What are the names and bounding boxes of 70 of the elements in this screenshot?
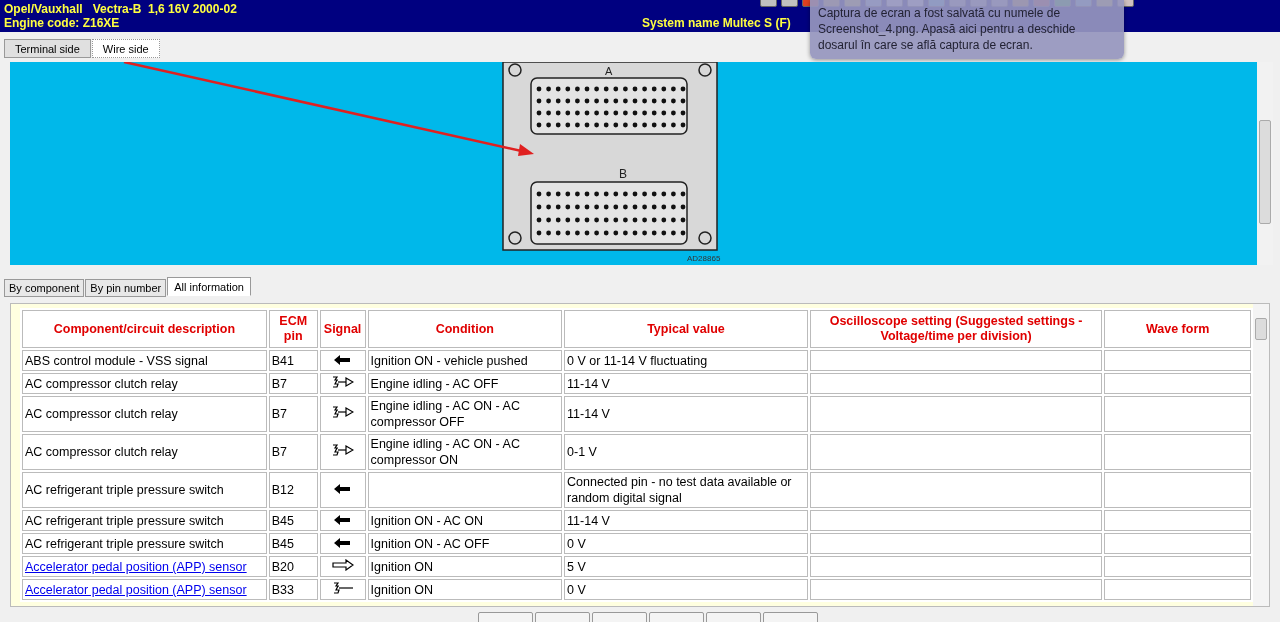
column-header: ECM pin bbox=[268, 310, 318, 348]
scrollbar[interactable] bbox=[1253, 304, 1269, 606]
component-name: AC compressor clutch relay bbox=[25, 376, 178, 391]
info-tab[interactable]: All information bbox=[167, 277, 251, 296]
connector-b-label: B bbox=[618, 167, 627, 181]
table-cell: Ignition ON bbox=[370, 582, 434, 597]
left-arrow-icon bbox=[333, 354, 352, 365]
table-cell: B7 bbox=[268, 373, 318, 394]
table-cell: B7 bbox=[268, 396, 318, 432]
switch-arrow-icon bbox=[331, 406, 354, 418]
component-name: AC compressor clutch relay bbox=[25, 407, 178, 421]
component-name: ABS control module - VSS signal bbox=[25, 353, 208, 368]
table-cell: Ignition ON - AC ON bbox=[370, 513, 484, 528]
left-arrow-icon bbox=[333, 537, 352, 548]
table-cell: 0 V or 11-14 V fluctuating bbox=[564, 350, 808, 371]
table-cell: Connected pin - no test data available or random digital signal bbox=[564, 472, 808, 508]
left-arrow-icon bbox=[333, 484, 352, 494]
column-header: Condition bbox=[367, 310, 563, 348]
table-cell: 11-14 V bbox=[564, 396, 808, 432]
table-cell: 11-14 V bbox=[564, 373, 808, 394]
connector-a-label: A bbox=[604, 65, 612, 77]
table-cell: Ignition ON - AC OFF bbox=[370, 536, 490, 551]
switch-arrow-icon bbox=[331, 375, 354, 388]
table-cell: 5 V bbox=[564, 556, 808, 577]
view-tab[interactable]: Wire side bbox=[91, 39, 160, 58]
system-name: System name Multec S (F) bbox=[642, 16, 791, 30]
table-cell: Ignition ON - vehicle pushed bbox=[370, 353, 528, 368]
table-cell: Engine idling - AC ON - AC compressor ON bbox=[370, 437, 520, 467]
table-cell: Ignition ON bbox=[370, 559, 434, 574]
table-cell: 0-1 V bbox=[564, 434, 808, 470]
table-cell: 0 V bbox=[564, 533, 808, 554]
table-cell: Engine idling - AC ON - AC compressor OFF bbox=[370, 399, 520, 429]
column-header: Wave form bbox=[1104, 310, 1251, 348]
table-cell: B33 bbox=[268, 579, 318, 600]
nav-button[interactable] bbox=[649, 612, 704, 622]
table-cell: 11-14 V bbox=[564, 510, 808, 531]
column-header: Component/circuit description bbox=[22, 310, 267, 348]
component-name: AC refrigerant triple pressure switch bbox=[25, 536, 224, 551]
column-header: Signal bbox=[319, 310, 366, 348]
nav-button[interactable] bbox=[706, 612, 761, 622]
table-cell: 0 V bbox=[564, 579, 808, 600]
component-name: AC refrigerant triple pressure switch bbox=[25, 483, 224, 497]
table-cell: B45 bbox=[268, 510, 318, 531]
nav-button[interactable] bbox=[592, 612, 647, 622]
info-tab[interactable]: By component bbox=[4, 279, 85, 297]
view-tab[interactable]: Terminal side bbox=[4, 39, 91, 58]
table-cell: Engine idling - AC OFF bbox=[370, 376, 499, 391]
component-name: AC refrigerant triple pressure switch bbox=[25, 513, 224, 528]
component-link[interactable]: Accelerator pedal position (APP) sensor bbox=[25, 582, 247, 597]
nav-button[interactable] bbox=[763, 612, 818, 622]
table-cell: B20 bbox=[268, 556, 318, 577]
column-header: Typical value bbox=[564, 310, 808, 348]
vehicle-title: Opel/Vauxhall Vectra-B 1,6 16V 2000-02 bbox=[4, 2, 238, 16]
table-cell: B45 bbox=[268, 533, 318, 554]
component-link[interactable]: Accelerator pedal position (APP) sensor bbox=[25, 559, 247, 574]
ground-line-icon bbox=[331, 581, 354, 594]
component-name: AC compressor clutch relay bbox=[25, 445, 178, 459]
column-header: Oscilloscope setting (Suggested settings - Voltage/time per division) bbox=[809, 310, 1103, 348]
engine-code: Engine code: Z16XE bbox=[4, 16, 121, 30]
switch-arrow-icon bbox=[331, 444, 354, 456]
table-cell: B7 bbox=[268, 434, 318, 470]
nav-button[interactable] bbox=[535, 612, 590, 622]
notification-toast[interactable]: Captura de ecran a fost salvată cu numele de Screenshot_4.png. Apasă aici pentru a deschide dosarul în care se află captura de ecran. bbox=[810, 0, 1124, 59]
left-arrow-icon bbox=[333, 514, 352, 525]
nav-button[interactable] bbox=[478, 612, 533, 622]
drawing-code: AD28865 bbox=[686, 254, 720, 263]
info-tab[interactable]: By pin number bbox=[85, 279, 167, 297]
table-cell: B41 bbox=[268, 350, 318, 371]
hollow-right-arrow-icon bbox=[331, 558, 354, 571]
table-cell: B12 bbox=[268, 472, 318, 508]
